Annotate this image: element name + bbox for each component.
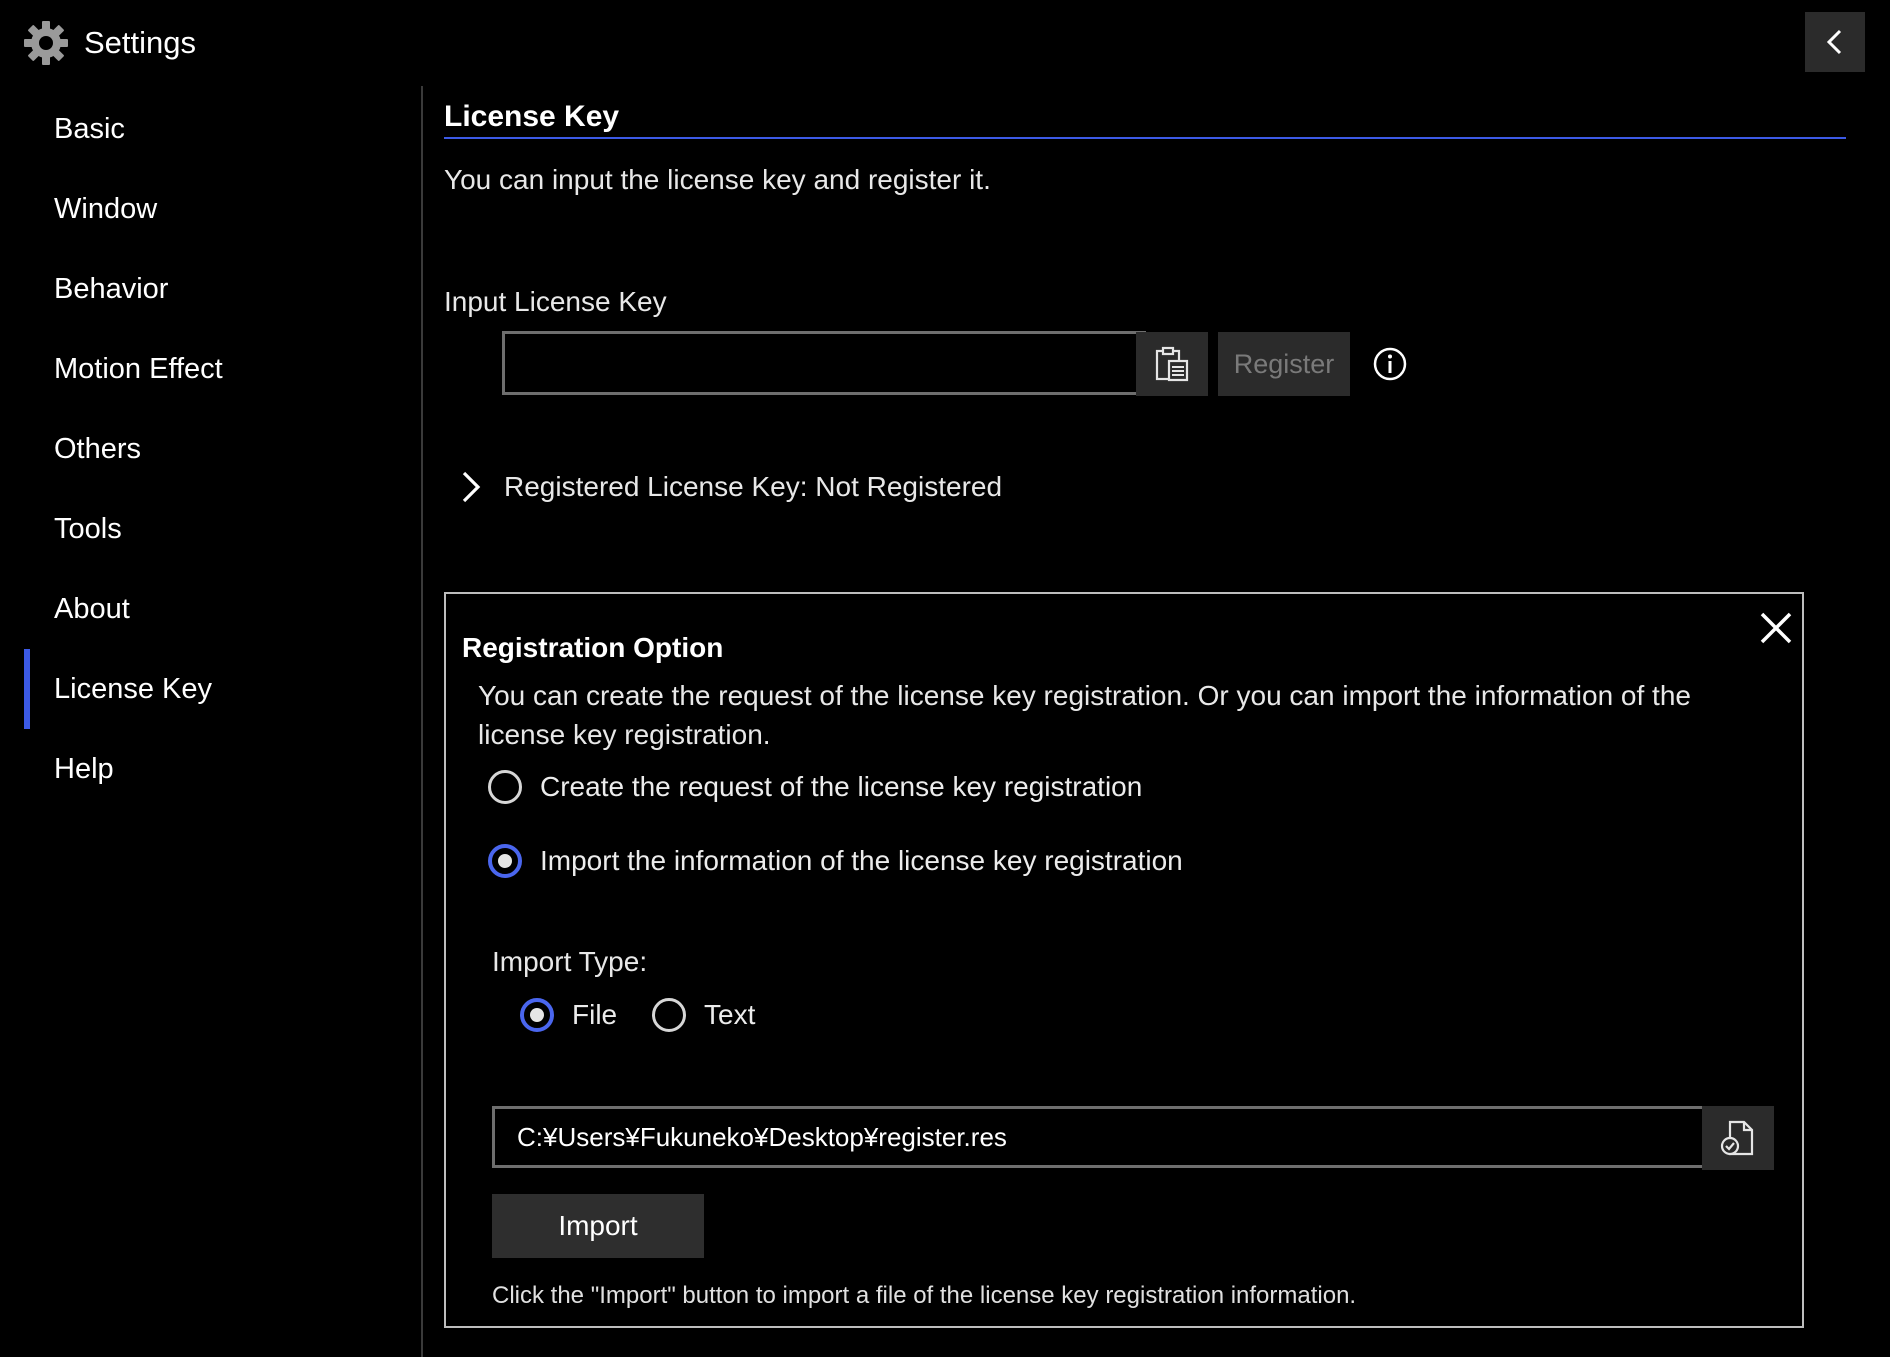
sidebar-item-others[interactable]: Others bbox=[0, 409, 410, 489]
sidebar-item-tools[interactable]: Tools bbox=[0, 489, 410, 569]
registered-license-text: Registered License Key: Not Registered bbox=[504, 471, 1003, 502]
back-button[interactable] bbox=[1805, 12, 1865, 72]
import-button[interactable]: Import bbox=[492, 1194, 704, 1258]
chevron-right-icon bbox=[462, 471, 481, 503]
radio-label: Create the request of the license key re… bbox=[540, 771, 1143, 802]
radio-label: Import the information of the license ke… bbox=[540, 845, 1183, 876]
title-underline bbox=[444, 137, 1846, 139]
radio-button[interactable] bbox=[488, 770, 522, 804]
radio-button-checked[interactable] bbox=[488, 844, 522, 878]
sidebar-item-basic[interactable]: Basic bbox=[0, 89, 410, 169]
radio-type-file[interactable]: File bbox=[520, 998, 617, 1032]
sidebar: Basic Window Behavior Motion Effect Othe… bbox=[0, 84, 422, 1357]
sidebar-divider bbox=[421, 86, 423, 1357]
radio-label: Text bbox=[704, 999, 756, 1030]
file-path-input[interactable] bbox=[492, 1106, 1712, 1168]
license-input-label: Input License Key bbox=[444, 286, 667, 317]
sidebar-item-label: License Key bbox=[54, 672, 212, 705]
app-title-area: Settings bbox=[22, 18, 196, 68]
file-check-icon bbox=[1720, 1120, 1754, 1156]
radio-create-request[interactable]: Create the request of the license key re… bbox=[488, 770, 1142, 804]
page-title: License Key bbox=[444, 100, 620, 133]
registration-title: Registration Option bbox=[462, 632, 724, 663]
clipboard-paste-icon bbox=[1155, 346, 1189, 382]
radio-type-text[interactable]: Text bbox=[652, 998, 755, 1032]
sidebar-item-label: Motion Effect bbox=[54, 352, 223, 385]
page-description: You can input the license key and regist… bbox=[444, 164, 991, 195]
app-header: Settings bbox=[0, 0, 1890, 84]
radio-button[interactable] bbox=[652, 998, 686, 1032]
paste-button[interactable] bbox=[1136, 332, 1208, 396]
app-title: Settings bbox=[84, 25, 197, 60]
registered-license-expander[interactable]: Registered License Key: Not Registered bbox=[458, 462, 1002, 512]
close-icon[interactable] bbox=[1756, 608, 1796, 648]
sidebar-item-label: Basic bbox=[54, 112, 125, 145]
sidebar-item-about[interactable]: About bbox=[0, 569, 410, 649]
sidebar-item-label: Others bbox=[54, 432, 142, 465]
register-button[interactable]: Register bbox=[1218, 332, 1350, 396]
radio-button-checked[interactable] bbox=[520, 998, 554, 1032]
browse-file-button[interactable] bbox=[1702, 1106, 1774, 1170]
sidebar-item-label: Behavior bbox=[54, 272, 169, 305]
radio-import-information[interactable]: Import the information of the license ke… bbox=[488, 844, 1183, 878]
sidebar-item-label: Help bbox=[54, 752, 114, 785]
sidebar-item-license-key[interactable]: License Key bbox=[0, 649, 410, 729]
registration-option-panel: Registration Option You can create the r… bbox=[444, 592, 1804, 1328]
sidebar-item-window[interactable]: Window bbox=[0, 169, 410, 249]
import-hint: Click the "Import" button to import a fi… bbox=[492, 1282, 1357, 1309]
chevron-left-icon bbox=[1826, 29, 1842, 55]
gear-icon bbox=[22, 19, 70, 67]
sidebar-item-motion-effect[interactable]: Motion Effect bbox=[0, 329, 410, 409]
sidebar-item-help[interactable]: Help bbox=[0, 729, 410, 809]
sidebar-item-label: Tools bbox=[54, 512, 122, 545]
registration-description: You can create the request of the licens… bbox=[478, 680, 1691, 750]
license-key-input[interactable] bbox=[502, 331, 1146, 395]
sidebar-item-behavior[interactable]: Behavior bbox=[0, 249, 410, 329]
info-icon[interactable] bbox=[1372, 346, 1408, 382]
import-type-label: Import Type: bbox=[492, 946, 648, 977]
radio-label: File bbox=[572, 999, 618, 1030]
sidebar-item-label: Window bbox=[54, 192, 158, 225]
sidebar-item-label: About bbox=[54, 592, 130, 625]
